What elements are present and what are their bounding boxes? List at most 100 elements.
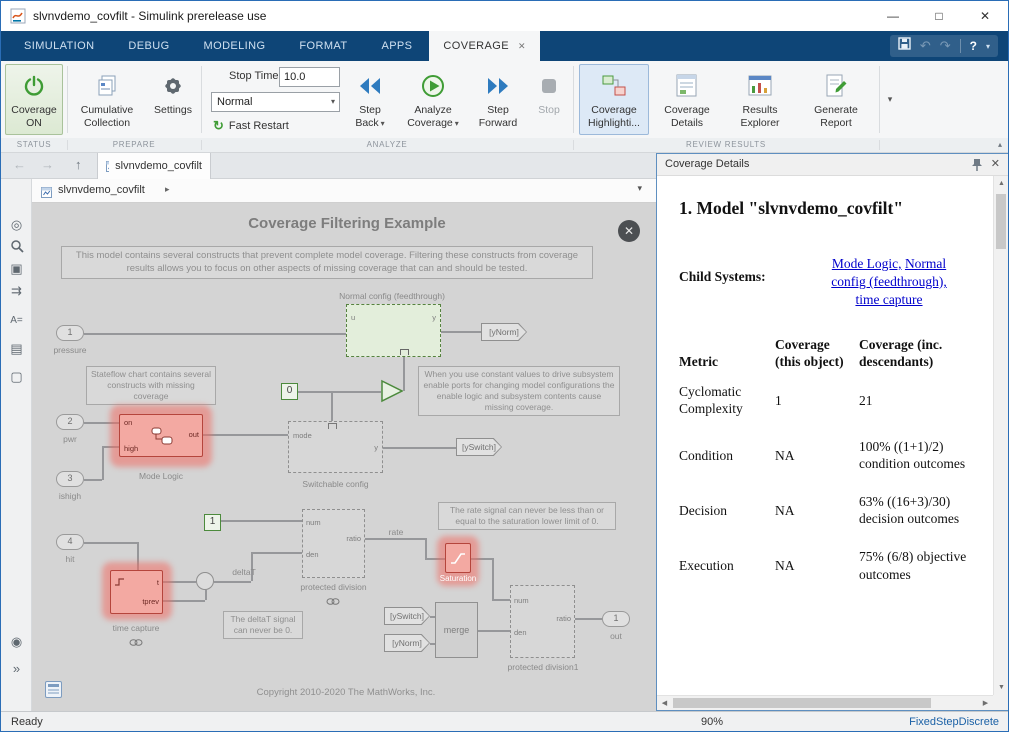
table-row: Decision NA 63% ((16+3)/30) decision out… [679,493,975,548]
panel-header[interactable]: Coverage Details ✕ [657,154,1008,176]
minimize-button[interactable]: — [870,1,916,31]
stop-time-input[interactable] [279,67,340,87]
stateflow-icon [151,427,173,450]
time-capture-label: time capture [96,623,176,633]
tab-format[interactable]: FORMAT [282,31,364,61]
model-icon [106,161,109,172]
signal-wire [403,357,405,391]
up-icon[interactable]: ↑ [75,157,82,172]
document-bar: ← → ↑ slvnvdemo_covfilt [1,153,656,179]
tab-simulation[interactable]: SIMULATION [7,31,111,61]
goto-yswitch-block[interactable]: [ySwitch] [456,438,502,456]
scroll-down-icon[interactable]: ▼ [994,680,1009,695]
undo-icon[interactable]: ↶ [920,38,931,54]
step-back-button[interactable]: Step Back▾ [345,64,395,135]
simulation-mode-select[interactable]: Normal ▾ [211,92,340,112]
outport-out[interactable]: 1 [602,611,630,627]
results-explorer-label2: Explorer [740,117,779,130]
back-icon[interactable]: ← [13,157,26,172]
annotation-close-icon[interactable]: ✕ [618,220,640,242]
panel-vertical-scrollbar[interactable]: ▲ ▼ [993,176,1008,695]
column-header: Metric [679,336,775,383]
cumulative-collection-button[interactable]: Cumulative Collection [71,64,143,135]
expand-strip-icon[interactable]: » [1,661,32,676]
horizontal-scrollbar-thumb[interactable] [673,698,931,708]
document-tab[interactable]: slvnvdemo_covfilt [97,153,211,179]
model-description-annotation: This model contains several constructs t… [61,246,593,279]
protected-division-subsystem[interactable]: num den ratio [302,509,365,578]
rate-note-annotation: The rate signal can never be less than o… [438,502,616,530]
redo-icon[interactable]: ↷ [940,38,951,54]
solver-name[interactable]: FixedStepDiscrete [909,716,999,728]
inport-pressure[interactable]: 1 [56,325,84,341]
tab-close-icon[interactable]: ✕ [518,41,526,52]
coverage-details-button[interactable]: Coverage Details [653,64,721,135]
breadcrumb[interactable]: slvnvdemo_covfilt [58,184,145,196]
stop-button[interactable]: Stop [529,64,569,135]
collapse-ribbon-icon[interactable]: ▴ [998,140,1002,149]
tab-coverage[interactable]: COVERAGE ✕ [429,31,540,61]
table-cell: 75% (6/8) objective outcomes [859,548,975,603]
qat-dropdown-icon[interactable]: ▾ [986,42,990,51]
zoom-icon[interactable] [1,239,32,256]
ribbon-divider [67,66,68,133]
step-forward-icon [485,70,511,102]
tab-apps[interactable]: APPS [364,31,429,61]
model-browser-icon[interactable]: ◎ [1,217,32,233]
saturation-block[interactable] [445,543,471,573]
scroll-left-icon[interactable]: ◀ [657,696,672,711]
breadcrumb-chevron-icon[interactable]: ▸ [165,184,170,195]
link-mode-logic[interactable]: Mode Logic, [832,256,902,271]
viewmark-icon[interactable]: ◉ [1,634,32,650]
panel-close-icon[interactable]: ✕ [991,157,1000,170]
scroll-up-icon[interactable]: ▲ [994,176,1009,191]
goto-ynorm-block[interactable]: [yNorm] [481,323,527,341]
fit-to-view-icon[interactable]: ▣ [1,261,32,277]
tab-debug[interactable]: DEBUG [111,31,186,61]
maximize-button[interactable]: □ [916,1,962,31]
analyze-coverage-button[interactable]: Analyze Coverage▾ [399,64,467,135]
inport-pwr[interactable]: 2 [56,414,84,430]
image-icon[interactable]: ▤ [1,341,32,357]
save-icon[interactable] [898,37,911,55]
tab-coverage-label: COVERAGE [443,31,509,61]
time-capture-subsystem[interactable]: t tprev [110,570,163,614]
results-explorer-button[interactable]: Results Explorer [725,64,795,135]
fast-restart-button[interactable]: ↻ Fast Restart [213,117,289,134]
close-button[interactable]: ✕ [962,1,1008,31]
coverage-on-button[interactable]: Coverage ON [5,64,63,135]
scroll-right-icon[interactable]: ▶ [978,696,993,711]
panel-horizontal-scrollbar[interactable]: ◀ ▶ [657,695,993,710]
link-time-capture[interactable]: time capture [855,292,922,307]
generate-report-button[interactable]: Generate Report [799,64,873,135]
table-cell: Condition [679,438,775,493]
merge-block[interactable]: merge [435,602,478,658]
vertical-scrollbar-thumb[interactable] [996,194,1006,249]
pan-icon[interactable]: ⇉ [1,283,32,299]
signal-wire [383,447,456,449]
protected-division1-subsystem[interactable]: num den ratio [510,585,575,658]
inport-ishigh[interactable]: 3 [56,471,84,487]
pin-icon[interactable] [972,158,982,177]
explorer-bar-badge-icon[interactable] [45,681,62,698]
forward-icon[interactable]: → [41,157,54,172]
tab-modeling[interactable]: MODELING [187,31,283,61]
subtract-block[interactable] [196,572,214,590]
normal-config-subsystem[interactable]: u y [346,304,441,357]
help-icon[interactable]: ? [970,39,977,53]
annotation-icon[interactable]: A= [1,315,32,326]
settings-button[interactable]: Settings [147,64,199,135]
coverage-highlighting-button[interactable]: Coverage Highlighti... [579,64,649,135]
inport-hit[interactable]: 4 [56,534,84,550]
mode-logic-chart[interactable]: on high out [119,414,203,457]
from-ynorm-block[interactable]: [yNorm] [384,634,430,652]
breadcrumb-dropdown-icon[interactable]: ▾ [637,183,642,194]
step-forward-button[interactable]: Step Forward [471,64,525,135]
constant-0-block[interactable]: 0 [281,383,298,400]
from-yswitch-block[interactable]: [ySwitch] [384,607,430,625]
ribbon-overflow-button[interactable]: ▾ [881,89,899,109]
switchable-config-subsystem[interactable]: mode y [288,421,383,473]
area-icon[interactable]: ▢ [1,369,32,385]
constant-1-block[interactable]: 1 [204,514,221,531]
gain-block[interactable] [381,379,403,408]
